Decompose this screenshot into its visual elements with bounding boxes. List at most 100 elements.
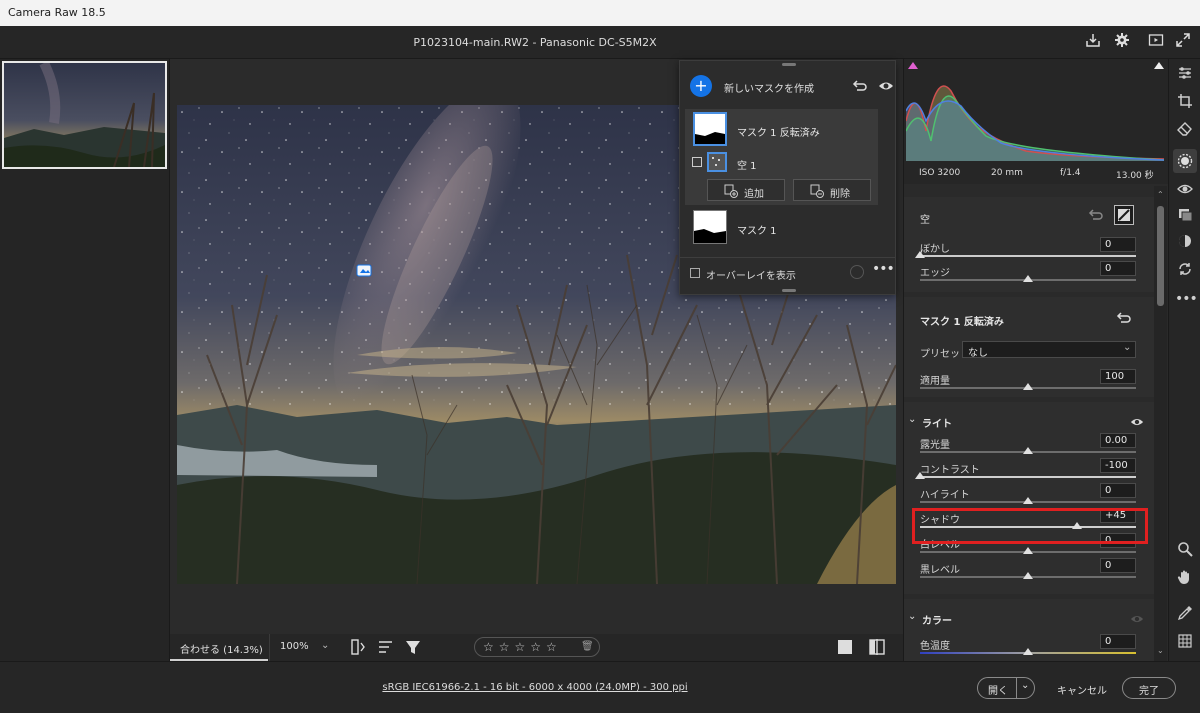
before-after-split-icon[interactable] xyxy=(868,638,886,656)
panel-drag-handle-bottom[interactable] xyxy=(782,289,796,292)
mask-reset-icon[interactable] xyxy=(1116,310,1132,326)
light-slider-knob[interactable] xyxy=(1023,547,1033,554)
zoom-100-label: 100% xyxy=(280,641,309,652)
tool-strip: ••• xyxy=(1168,59,1200,661)
histogram: ISO 3200 20 mm f/1.4 13.00 秒 xyxy=(904,59,1169,184)
highlight-clipping-icon[interactable] xyxy=(1154,62,1164,69)
save-image-icon[interactable] xyxy=(1083,32,1103,52)
overlay-color-swatch[interactable] xyxy=(850,265,864,279)
add-mask-button[interactable]: 追加 xyxy=(707,179,785,201)
delete-trash-icon[interactable]: 🗑 xyxy=(581,641,594,652)
create-new-mask-label[interactable]: 新しいマスクを作成 xyxy=(724,80,814,95)
color-section-title: カラー xyxy=(922,616,952,627)
color-collapse-chevron-icon[interactable]: ⌄ xyxy=(908,611,916,622)
light-collapse-chevron-icon[interactable]: ⌄ xyxy=(908,414,916,425)
mask-item-mask1-inverted[interactable]: マスク 1 反転済み xyxy=(685,109,878,149)
blur-slider-knob[interactable] xyxy=(915,251,925,258)
light-slider-value-input[interactable]: 0.00 xyxy=(1100,433,1136,448)
preset-dropdown[interactable]: なし ⌄ xyxy=(962,341,1136,359)
light-slider-knob[interactable] xyxy=(1023,447,1033,454)
light-slider-label: 黒レベル xyxy=(920,565,960,576)
overlay-checkbox[interactable] xyxy=(690,268,700,278)
color-section: ⌄ カラー 色温度 0 xyxy=(904,599,1154,661)
cancel-button[interactable]: キャンセル xyxy=(1057,682,1107,697)
light-slider-knob[interactable] xyxy=(1023,572,1033,579)
preset-dropdown-value: なし xyxy=(968,348,988,359)
create-mask-plus-icon[interactable]: + xyxy=(690,75,712,97)
bottom-toolbar: 合わせる (14.3%) 100% ⌄ ☆☆☆☆☆ 🗑 xyxy=(170,634,903,661)
hand-pan-icon[interactable] xyxy=(1175,569,1195,589)
settings-gear-icon[interactable] xyxy=(1112,32,1132,52)
panel-drag-handle[interactable] xyxy=(782,63,796,66)
amount-value-input[interactable]: 100 xyxy=(1100,369,1136,384)
subtract-mask-button[interactable]: 削除 xyxy=(793,179,871,201)
done-button-label: 完了 xyxy=(1139,686,1159,697)
visibility-eye-icon[interactable] xyxy=(878,78,894,94)
invert-toggle-icon[interactable] xyxy=(692,157,702,167)
color-visibility-eye-icon[interactable] xyxy=(1130,612,1144,626)
subtract-mask-label: 削除 xyxy=(830,189,850,200)
iso-value: ISO 3200 xyxy=(919,168,961,178)
blur-value-input[interactable]: 0 xyxy=(1100,237,1136,252)
zoom-magnifier-icon[interactable] xyxy=(1175,541,1195,561)
snapshots-icon[interactable] xyxy=(1175,207,1195,227)
filmstrip-thumbnail[interactable] xyxy=(2,61,167,169)
remove-eraser-icon[interactable] xyxy=(1175,121,1195,141)
temperature-value-input[interactable]: 0 xyxy=(1100,634,1136,649)
temperature-slider-knob[interactable] xyxy=(1023,648,1033,655)
history-sync-icon[interactable] xyxy=(1175,261,1195,281)
preset-chevron-icon: ⌄ xyxy=(1123,342,1132,353)
scrollbar-thumb[interactable] xyxy=(1157,206,1164,306)
zoom-dropdown-chevron-icon[interactable]: ⌄ xyxy=(321,640,329,651)
star-rating[interactable]: ☆☆☆☆☆ 🗑 xyxy=(474,637,600,657)
shadow-clipping-icon[interactable] xyxy=(908,62,918,69)
image-info-link[interactable]: sRGB IEC61966-2.1 - 16 bit - 6000 x 4000… xyxy=(0,682,1070,693)
sky-mask-thumbnail xyxy=(707,152,727,172)
light-visibility-eye-icon[interactable] xyxy=(1130,415,1144,429)
crop-icon[interactable] xyxy=(1175,93,1195,113)
light-slider-value-input[interactable]: 0 xyxy=(1100,558,1136,573)
blur-slider-track[interactable] xyxy=(920,255,1136,257)
filter-icon[interactable] xyxy=(404,638,422,656)
eyedropper-icon[interactable] xyxy=(1175,605,1195,625)
edge-slider-knob[interactable] xyxy=(1023,275,1033,282)
masks-panel: + 新しいマスクを作成 マスク 1 反転済み 空 1 追加 削除 マスク 1 オ… xyxy=(679,60,896,295)
mask-item-sky[interactable]: 空 1 追加 削除 xyxy=(685,149,878,205)
rating-stars-icon[interactable]: ☆☆☆☆☆ xyxy=(483,640,562,654)
sky-mask-section: 空 ぼかし 0 エッジ 0 xyxy=(904,197,1154,292)
more-options-icon[interactable]: ••• xyxy=(872,261,895,277)
before-after-single-icon[interactable] xyxy=(838,640,852,654)
undo-icon[interactable] xyxy=(852,78,868,94)
presets-icon[interactable] xyxy=(1175,233,1195,253)
grid-overlay-icon[interactable] xyxy=(1175,633,1195,653)
light-slider-value-input[interactable]: 0 xyxy=(1100,483,1136,498)
light-slider-track[interactable] xyxy=(920,476,1136,478)
aperture-value: f/1.4 xyxy=(1060,168,1081,178)
filmstrip-toggle-icon[interactable] xyxy=(350,638,366,656)
redeye-icon[interactable] xyxy=(1175,181,1195,201)
open-dropdown-chevron-icon[interactable]: ⌄ xyxy=(1021,680,1029,691)
more-tools-icon[interactable]: ••• xyxy=(1175,289,1198,309)
edit-sliders-icon[interactable] xyxy=(1175,65,1195,85)
sort-icon[interactable] xyxy=(377,638,395,656)
open-button[interactable]: 開く ⌄ xyxy=(977,677,1035,699)
sky-reset-icon[interactable] xyxy=(1088,207,1104,223)
scroll-up-chevron-icon[interactable]: ⌃ xyxy=(1157,190,1164,199)
scroll-down-chevron-icon[interactable]: ⌄ xyxy=(1157,646,1164,655)
filmstrip-panel xyxy=(0,59,170,661)
fit-zoom-button[interactable]: 合わせる (14.3%) xyxy=(170,634,268,661)
edge-value-input[interactable]: 0 xyxy=(1100,261,1136,276)
zoom-100-button[interactable]: 100% xyxy=(269,634,319,661)
masking-tool-button[interactable] xyxy=(1173,149,1197,173)
light-slider-knob[interactable] xyxy=(915,472,925,479)
done-button[interactable]: 完了 xyxy=(1122,677,1176,699)
light-slider-knob[interactable] xyxy=(1023,497,1033,504)
slideshow-icon[interactable] xyxy=(1146,32,1166,52)
edit-panel: ISO 3200 20 mm f/1.4 13.00 秒 ⌃ ⌄ 空 ぼかし 0… xyxy=(903,59,1169,661)
fullscreen-icon[interactable] xyxy=(1173,32,1193,52)
light-slider-value-input[interactable]: -100 xyxy=(1100,458,1136,473)
invert-mask-icon[interactable] xyxy=(1114,205,1134,225)
panel-scrollbar[interactable]: ⌃ ⌄ xyxy=(1154,186,1167,661)
mask-item-mask1[interactable]: マスク 1 xyxy=(685,207,878,247)
amount-slider-knob[interactable] xyxy=(1023,383,1033,390)
